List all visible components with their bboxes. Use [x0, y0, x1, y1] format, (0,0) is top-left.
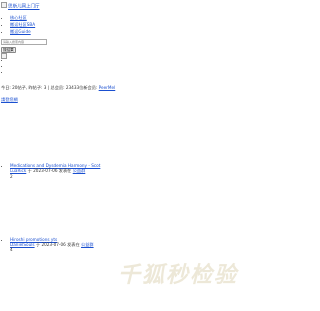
nav-link-core[interactable]: 核心社区 [10, 15, 27, 20]
search-form: 搜结果 [1, 39, 47, 53]
newest-user-link[interactable]: PeerMel [99, 85, 116, 90]
thread-forum-link[interactable]: 公益群 [73, 168, 86, 173]
nav-item-core: 核心社区 [10, 15, 35, 20]
thread-reply-count: 2 [10, 173, 13, 179]
login-link[interactable]: 請登您網 [1, 97, 18, 102]
nav-link-guide[interactable]: 搬运Guide [10, 29, 31, 34]
nav-item-sba: 搬运社区SBA [10, 22, 35, 27]
search-button[interactable]: 搜结果 [1, 46, 16, 53]
stats-text: 今日: 20帖子, 昨帖子: 3 | 总会员: 23433位新会员: [1, 85, 98, 90]
thread-author-link[interactable]: DanielSouls [10, 242, 35, 247]
thread-meta-text: 于 2023-07-06 发表在 [27, 168, 72, 174]
nav-link-sba[interactable]: 搬运社区SBA [10, 22, 35, 27]
thread-author-link[interactable]: LuaRick [10, 168, 26, 173]
login-area: 請登您網 [1, 97, 18, 102]
logo-link[interactable]: 思斯儿网上门厅 [8, 5, 40, 10]
search-input[interactable] [1, 39, 47, 45]
broken-image-icon [1, 2, 7, 8]
logo-image[interactable]: 思斯儿网上门厅 [1, 2, 40, 10]
watermark-logo: 千狐秒检验 [118, 263, 239, 288]
thread-item: Hiroshi promotions yts DanielSouls 于 202… [10, 237, 120, 253]
thread-list: Medications and Dysdemia Harmony - Scot … [6, 163, 120, 311]
thread-meta-text: 于 2023-07-06 发表在 [35, 242, 80, 247]
nav-item-guide: 搬运Guide [10, 29, 35, 34]
thread-forum-link[interactable]: 公益群 [81, 242, 94, 247]
thread-reply-count: 4 [10, 247, 13, 253]
thread-item: Medications and Dysdemia Harmony - Scot … [10, 163, 120, 179]
empty-list [6, 57, 10, 75]
top-nav: 核心社区 搬运社区SBA 搬运Guide [6, 15, 35, 36]
site-stats: 今日: 20帖子, 昨帖子: 3 | 总会员: 23433位新会员: PeerM… [1, 85, 115, 90]
